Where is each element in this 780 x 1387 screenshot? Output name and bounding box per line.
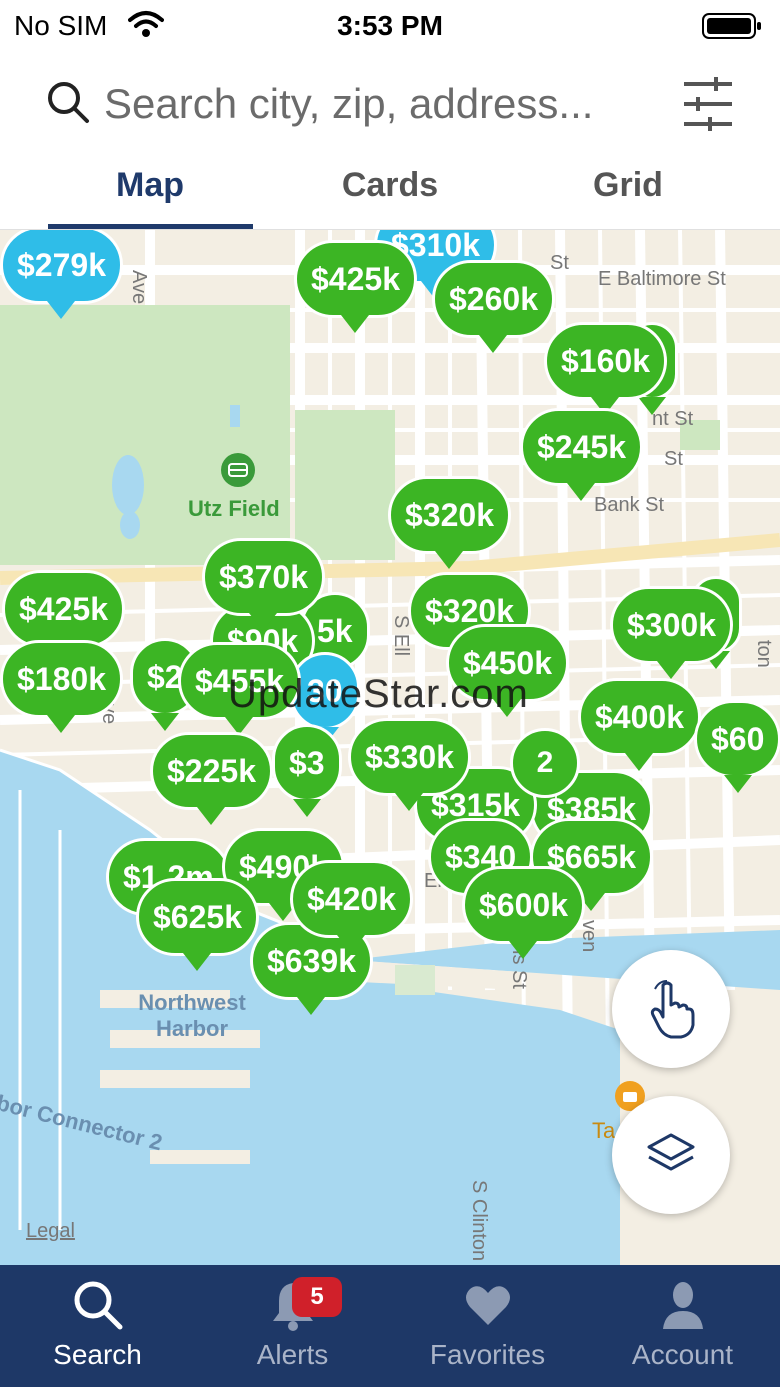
cluster-pin[interactable]: 2: [510, 728, 580, 798]
street-label: ven: [578, 920, 600, 953]
street-label: St: [550, 252, 569, 274]
park-label: Utz Field: [188, 496, 280, 521]
tab-map[interactable]: Map: [50, 166, 250, 205]
tab-cards[interactable]: Cards: [290, 166, 490, 205]
price-pin[interactable]: $370k: [202, 538, 325, 631]
price-pin[interactable]: $400k: [578, 678, 701, 771]
price-pin[interactable]: $330k: [348, 718, 471, 811]
map-view[interactable]: E Baltimore St Bank St nt St St St S Cli…: [0, 230, 780, 1265]
street-label: ton: [753, 640, 775, 668]
price-pin[interactable]: $60: [694, 700, 780, 793]
price-pin[interactable]: $320k: [388, 476, 511, 569]
status-bar: No SIM 3:53 PM: [0, 0, 780, 52]
battery-icon: [702, 12, 762, 45]
nav-label: Favorites: [429, 1339, 546, 1370]
price-pin[interactable]: $3: [272, 724, 342, 817]
harbor-label: Northwest Harbor: [138, 990, 246, 1041]
search-icon: [74, 1281, 123, 1330]
filter-sliders-icon[interactable]: [680, 74, 736, 139]
search-icon: [46, 80, 90, 129]
price-pin[interactable]: $425k: [294, 240, 417, 333]
alerts-badge: 5: [292, 1277, 342, 1317]
search-input[interactable]: [104, 76, 664, 132]
view-tabs: Map Cards Grid: [0, 156, 780, 230]
map-layers-button[interactable]: [612, 1096, 730, 1214]
street-label: S Clinton St: [468, 1180, 490, 1265]
price-pin[interactable]: $260k: [432, 260, 555, 353]
legal-link[interactable]: Legal: [26, 1220, 75, 1243]
nav-favorites[interactable]: Favorites: [390, 1265, 585, 1387]
active-tab-indicator: [48, 224, 253, 229]
nav-account[interactable]: Account: [585, 1265, 780, 1387]
street-label: E Baltimore St: [598, 268, 726, 290]
street-label: Bank St: [594, 494, 665, 516]
nav-label: Alerts: [256, 1339, 329, 1370]
nav-search[interactable]: Search: [0, 1265, 195, 1387]
nav-label: Account: [631, 1339, 734, 1370]
price-pin[interactable]: $420k: [290, 860, 413, 953]
stadium-icon: [220, 452, 256, 493]
price-pin[interactable]: $625k: [136, 878, 259, 971]
price-pin[interactable]: $180k: [0, 640, 123, 733]
bottom-nav: Search Alerts 5 Favorites Account: [0, 1265, 780, 1387]
price-pin[interactable]: $245k: [520, 408, 643, 501]
poi-label: Ta: [592, 1118, 616, 1143]
status-time: 3:53 PM: [337, 10, 443, 41]
watermark: UpdateStar.com: [228, 672, 529, 716]
price-pin[interactable]: $225k: [150, 732, 273, 825]
heart-icon: [466, 1286, 510, 1325]
price-pin[interactable]: $425k: [2, 570, 125, 663]
tab-grid[interactable]: Grid: [528, 166, 728, 205]
price-pin[interactable]: $600k: [462, 866, 585, 959]
price-pin[interactable]: $160k: [544, 322, 667, 415]
street-label: St: [664, 448, 683, 470]
search-bar: [0, 52, 780, 156]
price-pin[interactable]: $279k: [0, 230, 123, 319]
draw-search-button[interactable]: [612, 950, 730, 1068]
layers-icon: [647, 1133, 695, 1171]
person-icon: [663, 1282, 703, 1329]
hand-pointer-icon: [650, 980, 695, 1039]
nav-label: Search: [53, 1339, 142, 1370]
street-label: Ave: [128, 270, 150, 305]
price-pin[interactable]: $300k: [610, 586, 733, 679]
